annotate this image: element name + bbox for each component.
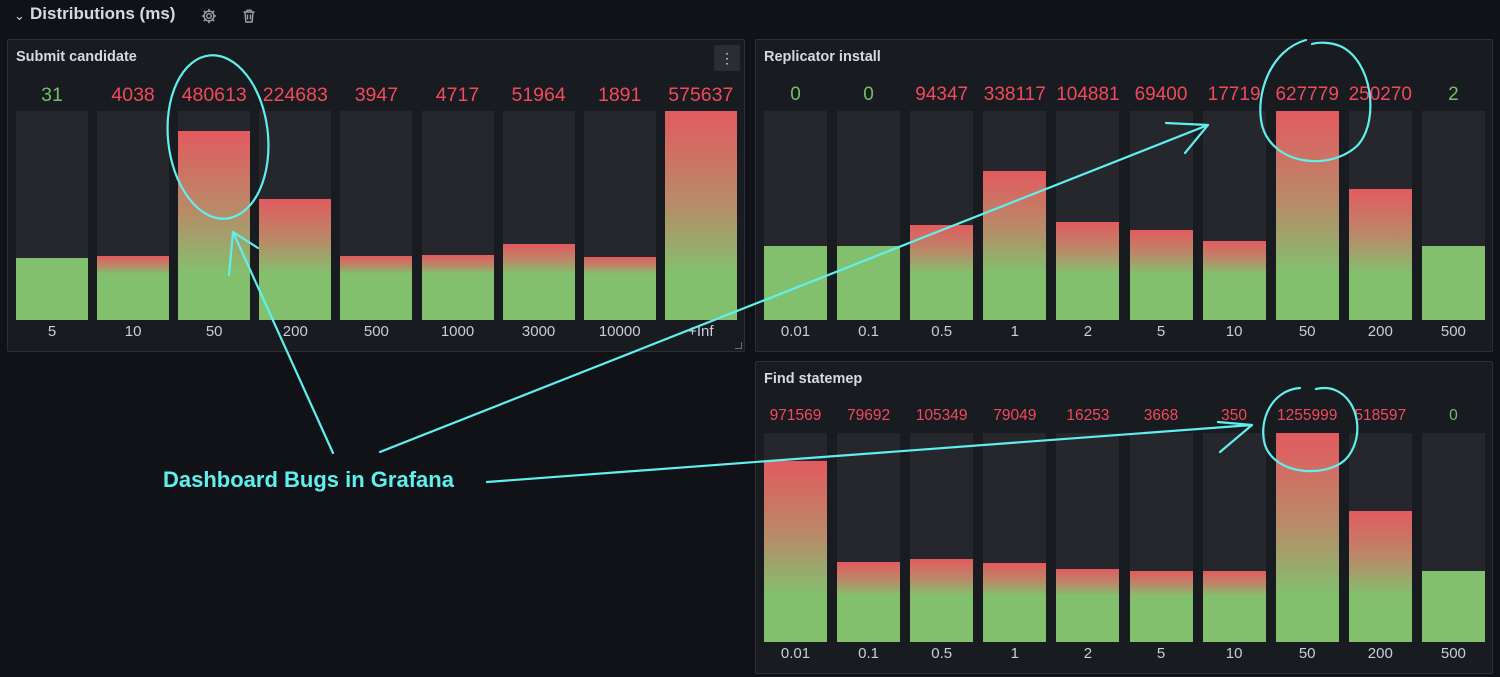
annotation-label: Dashboard Bugs in Grafana [163, 467, 454, 492]
annotation-circle [166, 54, 270, 220]
annotation-overlay [166, 38, 1372, 484]
annotation-arrow [378, 121, 1210, 454]
annotation-arrow [227, 230, 335, 455]
annotation-circle [1259, 38, 1372, 163]
annotation-arrow [485, 420, 1254, 484]
annotation-circle [1262, 386, 1359, 473]
